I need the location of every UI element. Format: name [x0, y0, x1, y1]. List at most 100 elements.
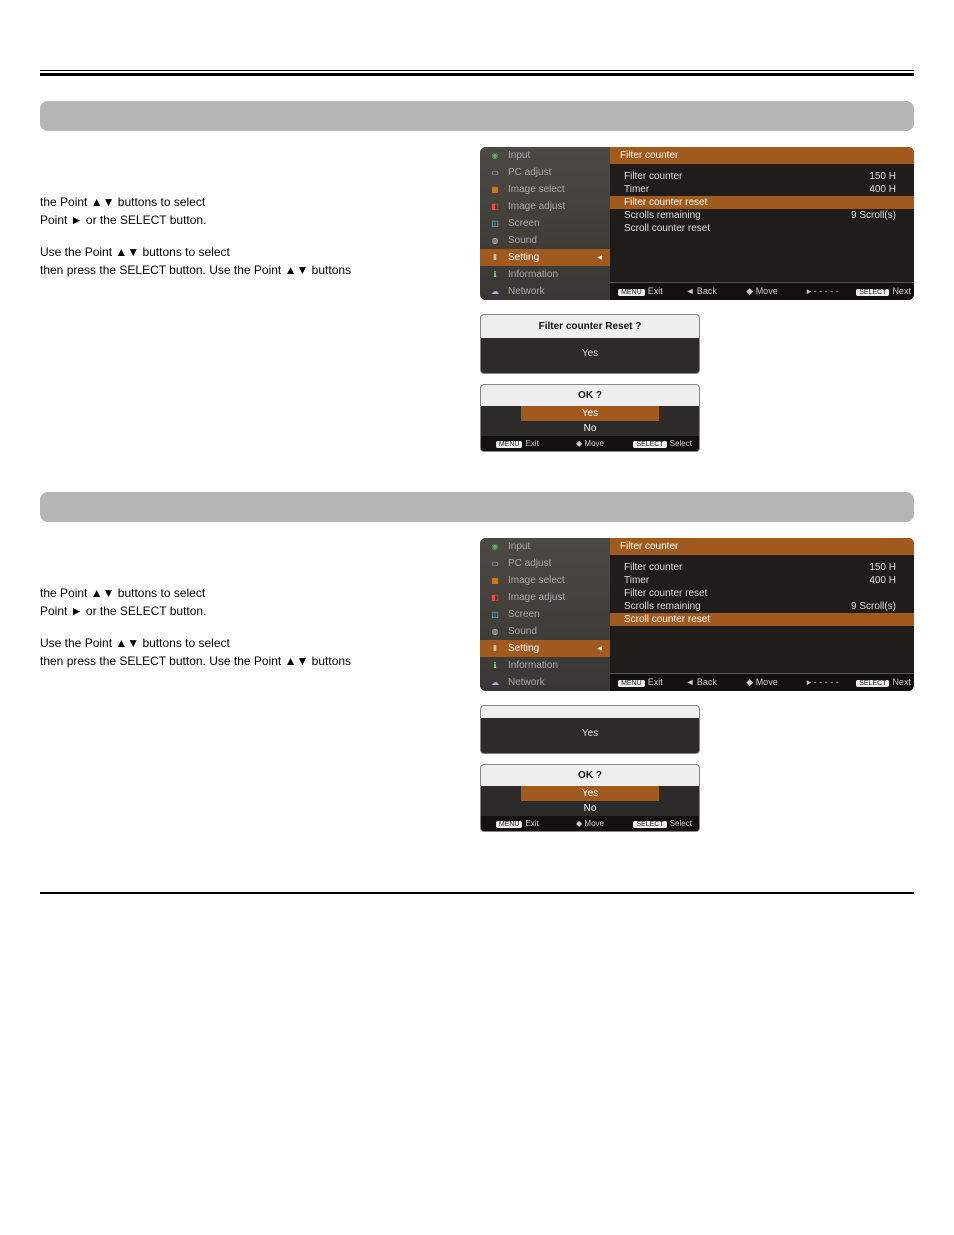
dialog1-footer-exit-label: Exit: [525, 439, 538, 448]
section-2-text: the Point ▲▼ buttons to select Point ► o…: [40, 538, 460, 684]
section-1-row: the Point ▲▼ buttons to select Point ► o…: [40, 147, 914, 452]
osd-footer-back: ◄ Back: [671, 283, 732, 300]
menu-input[interactable]: ◉Input: [480, 147, 610, 164]
dialog1-ok-title: OK ?: [481, 385, 699, 406]
menu2-pc-adjust-label: PC adjust: [508, 558, 551, 569]
osd-left-menu: ◉Input ▭ PC adjust ▦Image select ◧Image a…: [480, 147, 610, 300]
osd-left-menu-2: ◉Input ▭PC adjust ▦Image select ◧Image a…: [480, 538, 610, 691]
dialog-confirm-1: Filter counter Reset ? Yes: [480, 314, 700, 374]
menu2-network-label: Network: [508, 677, 545, 688]
dialog2-footer-select-label: Select: [670, 819, 692, 828]
osd-footer2-move: ◆ Move: [732, 674, 793, 691]
input-icon-2: ◉: [488, 542, 502, 552]
menu-pc-adjust[interactable]: ▭ PC adjust: [480, 164, 610, 181]
osd-footer2-exit: MENUExit: [610, 674, 671, 691]
menu2-screen[interactable]: ◫Screen: [480, 606, 610, 623]
dialog2-body: Yes: [481, 718, 699, 753]
row-timer[interactable]: Timer400 H: [610, 183, 914, 196]
dialog2-opt-yes[interactable]: Yes: [521, 786, 659, 801]
dialog2-opt-no[interactable]: No: [481, 801, 699, 816]
section-2-osd-stack: ◉Input ▭PC adjust ▦Image select ◧Image a…: [480, 538, 914, 832]
s1-p2: Use the Point ▲▼ buttons to select then …: [40, 243, 460, 279]
dialog2-footer-exit-label: Exit: [525, 819, 538, 828]
row2-filter-reset[interactable]: Filter counter reset: [610, 587, 914, 600]
dialog1-opt-no[interactable]: No: [481, 421, 699, 436]
menu2-image-select[interactable]: ▦Image select: [480, 572, 610, 589]
imgsel-icon: ▦: [488, 185, 502, 195]
dialog1-footer-select-label: Select: [670, 439, 692, 448]
menu2-image-adjust[interactable]: ◧Image adjust: [480, 589, 610, 606]
menu2-information[interactable]: ℹInformation: [480, 657, 610, 674]
menu-pc-adjust-label: PC adjust: [508, 167, 551, 178]
osd-right-panel-2: Filter counter Filter counter150 H Timer…: [610, 538, 914, 691]
row-scrolls-remaining[interactable]: Scrolls remaining9 Scroll(s): [610, 209, 914, 222]
net-icon-2: ☁: [488, 678, 502, 688]
menu-image-select[interactable]: ▦Image select: [480, 181, 610, 198]
kbd-select-d1: SELECT: [633, 441, 666, 448]
row2-timer-val: 400 H: [836, 575, 896, 586]
row2-scrolls-remaining-label: Scrolls remaining: [624, 601, 701, 612]
menu-network[interactable]: ☁Network: [480, 283, 610, 300]
pc-icon: ▭: [488, 168, 502, 178]
setting-icon: Ⅱ: [488, 253, 502, 263]
row-filter-reset[interactable]: Filter counter reset: [610, 196, 914, 209]
menu-sound[interactable]: ◍Sound: [480, 232, 610, 249]
dialog1-footer: MENUExit ◆ Move SELECTSelect: [481, 436, 699, 451]
menu2-sound[interactable]: ◍Sound: [480, 623, 610, 640]
kbd-select-2: SELECT: [856, 680, 889, 687]
row-filter-counter-label: Filter counter: [624, 171, 682, 182]
menu2-network[interactable]: ☁ Network: [480, 674, 610, 691]
row-filter-counter[interactable]: Filter counter150 H: [610, 170, 914, 183]
menu-image-adjust[interactable]: ◧Image adjust: [480, 198, 610, 215]
section-1-osd-stack: ◉Input ▭ PC adjust ▦Image select ◧Image a…: [480, 147, 914, 452]
dialog1-opt-yes[interactable]: Yes: [521, 406, 659, 421]
menu-screen[interactable]: ◫Screen: [480, 215, 610, 232]
osd-footer-next-label: Next: [892, 286, 911, 296]
dialog-ok-2: OK ? Yes No MENUExit ◆ Move SELECTSelect: [480, 764, 700, 832]
menu-screen-label: Screen: [508, 218, 540, 229]
s2-p2a: Use the Point ▲▼ buttons to select: [40, 636, 230, 650]
dialog2-title: [481, 706, 699, 718]
row2-scroll-reset[interactable]: Scroll counter reset: [610, 613, 914, 626]
dialog1-footer-move: ◆ Move: [554, 436, 627, 451]
active-marker-icon-2: ◀: [597, 645, 602, 652]
menu-setting[interactable]: ⅡSetting◀: [480, 249, 610, 266]
dialog2-ok-title: OK ?: [481, 765, 699, 786]
row-filter-reset-val: [836, 197, 896, 208]
row2-timer-label: Timer: [624, 575, 649, 586]
section-2-row: the Point ▲▼ buttons to select Point ► o…: [40, 538, 914, 832]
osd-footer-2: MENUExit ◄ Back ◆ Move ▸ - - - - - SELEC…: [610, 673, 914, 691]
osd-footer-next: SELECTNext: [853, 283, 914, 300]
s2-p2b: then press the SELECT button. Use the Po…: [40, 654, 351, 668]
row2-scroll-reset-val: [836, 614, 896, 625]
dialog2-footer: MENUExit ◆ Move SELECTSelect: [481, 816, 699, 831]
menu-network-label: Network: [508, 286, 545, 297]
kbd-select-d2: SELECT: [633, 821, 666, 828]
row2-filter-counter[interactable]: Filter counter150 H: [610, 561, 914, 574]
s1-p1a: the Point ▲▼ buttons to select: [40, 195, 205, 209]
menu2-input[interactable]: ◉Input: [480, 538, 610, 555]
section-bar-1: [40, 101, 914, 131]
menu-information[interactable]: ℹInformation: [480, 266, 610, 283]
menu-image-adjust-label: Image adjust: [508, 201, 565, 212]
row2-scrolls-remaining[interactable]: Scrolls remaining 9 Scroll(s): [610, 600, 914, 613]
menu-input-label: Input: [508, 150, 530, 161]
row2-timer[interactable]: Timer 400 H: [610, 574, 914, 587]
s1-p1b: Point ► or the SELECT button.: [40, 213, 206, 227]
menu-information-label: Information: [508, 269, 558, 280]
active-marker-icon: ◀: [597, 254, 602, 261]
row-scroll-reset[interactable]: Scroll counter reset: [610, 222, 914, 235]
row2-filter-counter-label: Filter counter: [624, 562, 682, 573]
menu2-pc-adjust[interactable]: ▭PC adjust: [480, 555, 610, 572]
row2-scrolls-remaining-val: 9 Scroll(s): [836, 601, 896, 612]
menu2-setting[interactable]: ⅡSetting◀: [480, 640, 610, 657]
row2-scroll-reset-label: Scroll counter reset: [624, 614, 710, 625]
setting-icon-2: Ⅱ: [488, 644, 502, 654]
osd-right-header-2: Filter counter: [610, 538, 914, 555]
menu2-information-label: Information: [508, 660, 558, 671]
kbd-menu-2: MENU: [618, 680, 645, 687]
osd-footer2-back: ◄ Back: [671, 674, 732, 691]
osd-footer2-next: SELECTNext: [853, 674, 914, 691]
imgsel-icon-2: ▦: [488, 576, 502, 586]
dialog2-footer-select: SELECT Select: [626, 816, 699, 831]
